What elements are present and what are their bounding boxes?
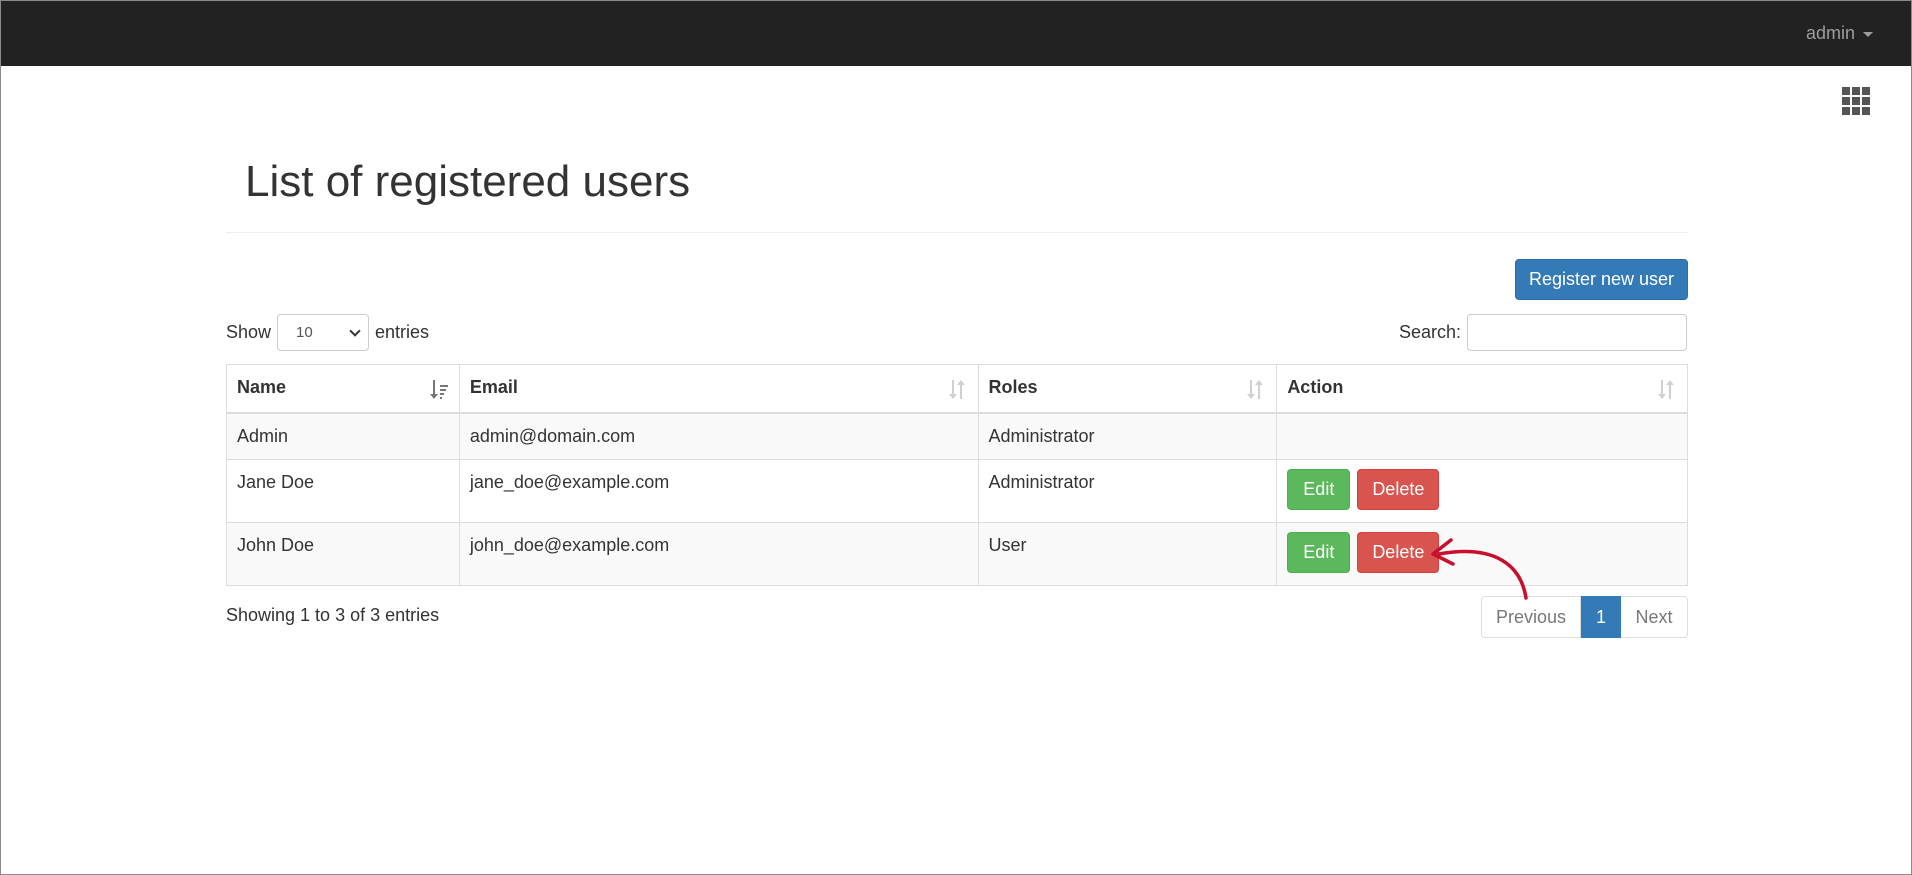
user-menu-dropdown[interactable]: admin [1806, 23, 1873, 44]
show-label: Show [226, 322, 272, 342]
sort-icon [1659, 379, 1677, 399]
cell-roles: User [977, 521, 1278, 586]
entries-per-page-value: 10 [296, 324, 313, 341]
caret-down-icon [1863, 32, 1873, 37]
table-row: Admin admin@domain.com Administrator [226, 412, 1688, 460]
sort-icon [1248, 379, 1266, 399]
pagination: Previous 1 Next [1481, 596, 1688, 638]
entries-per-page-select[interactable]: 10 [277, 314, 370, 351]
sort-ascending-icon [431, 379, 449, 399]
register-new-user-button[interactable]: Register new user [1515, 259, 1688, 300]
cell-email: admin@domain.com [458, 412, 979, 460]
search-label: Search: [1398, 322, 1461, 342]
table-row: Jane Doe jane_doe@example.com Administra… [226, 458, 1688, 523]
table-header-row: Name Email Roles Action [226, 364, 1688, 414]
page-1-button[interactable]: 1 [1581, 596, 1621, 638]
title-divider [226, 232, 1688, 233]
top-navbar: admin [1, 1, 1911, 66]
user-menu-label: admin [1805, 23, 1855, 43]
column-header-action[interactable]: Action [1276, 364, 1688, 414]
edit-user-button[interactable]: Edit [1287, 531, 1351, 573]
search-input[interactable] [1467, 314, 1687, 351]
page-title: List of registered users [245, 157, 691, 206]
grid-icon[interactable] [1842, 87, 1870, 115]
column-header-roles[interactable]: Roles [977, 364, 1278, 414]
entries-label: entries [375, 322, 430, 342]
cell-action [1276, 412, 1688, 460]
table-row: John Doe john_doe@example.com User Edit … [226, 521, 1688, 586]
cell-name: Admin [226, 412, 460, 460]
table-info: Showing 1 to 3 of 3 entries [226, 605, 440, 625]
users-table: Name Email Roles Action Admin admin@doma… [226, 364, 1688, 586]
delete-user-button[interactable]: Delete [1357, 531, 1440, 573]
next-page-button[interactable]: Next [1621, 596, 1688, 638]
cell-name: John Doe [226, 521, 460, 586]
cell-name: Jane Doe [226, 458, 460, 523]
sort-icon [950, 379, 968, 399]
chevron-down-icon [349, 325, 361, 337]
cell-action: Edit Delete [1276, 521, 1688, 586]
cell-roles: Administrator [977, 412, 1278, 460]
cell-email: jane_doe@example.com [458, 458, 979, 523]
length-control: Show 10 entries [226, 314, 429, 351]
edit-user-button[interactable]: Edit [1287, 468, 1351, 510]
cell-action: Edit Delete [1276, 458, 1688, 523]
previous-page-button[interactable]: Previous [1481, 596, 1581, 638]
search-control: Search: [1399, 314, 1687, 351]
column-header-email[interactable]: Email [458, 364, 979, 414]
cell-roles: Administrator [977, 458, 1278, 523]
delete-user-button[interactable]: Delete [1357, 468, 1440, 510]
column-header-name[interactable]: Name [226, 364, 460, 414]
cell-email: john_doe@example.com [458, 521, 979, 586]
